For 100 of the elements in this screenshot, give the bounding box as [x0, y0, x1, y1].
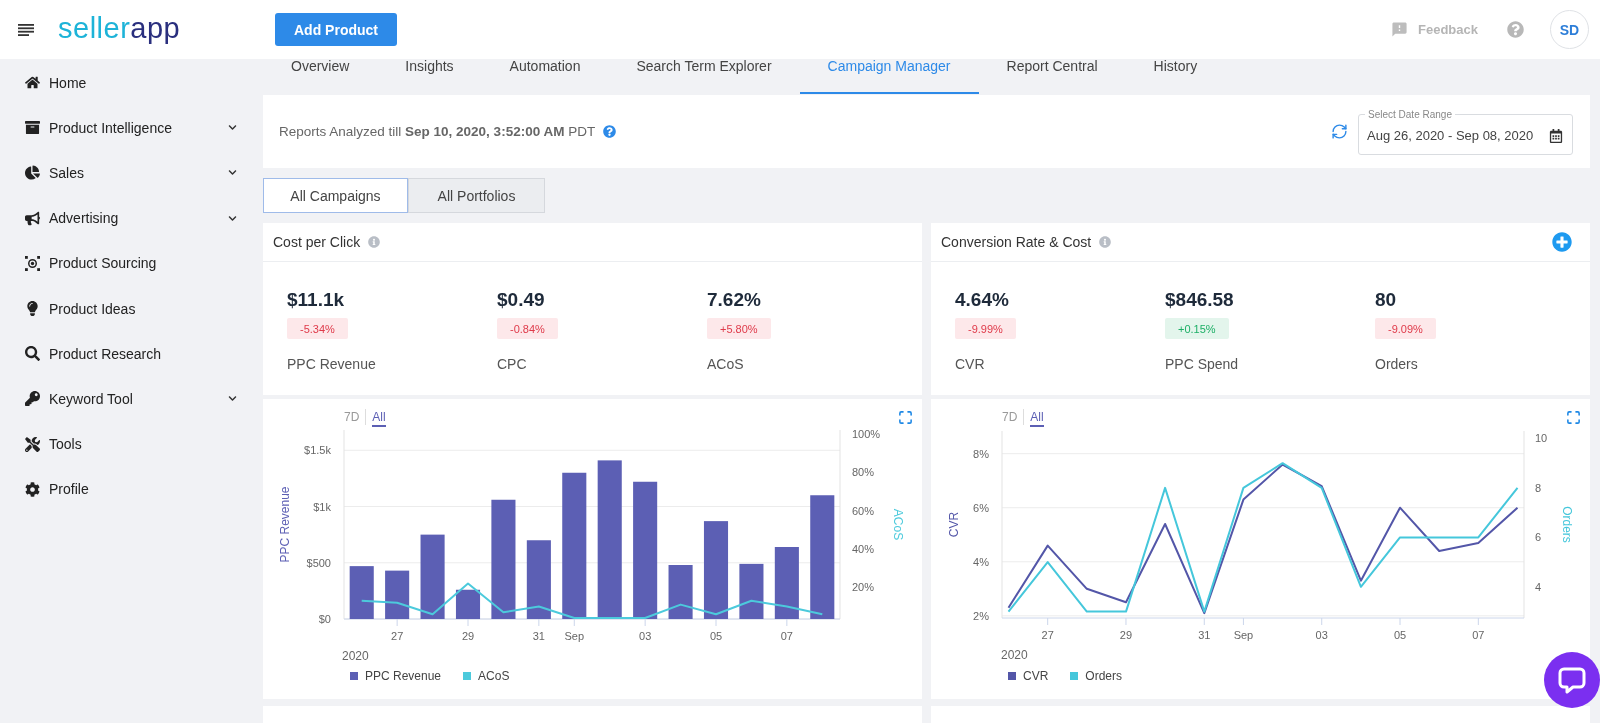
tools-icon: [24, 436, 40, 452]
feedback-icon: [1391, 21, 1408, 38]
chevron-down-icon: [228, 168, 237, 178]
x-axis-label: Sep: [1233, 629, 1254, 641]
nav-tab[interactable]: Insights: [377, 59, 482, 94]
date-range-field[interactable]: Select Date Range Aug 26, 2020 - Sep 08, 2020: [1358, 108, 1573, 155]
y-axis-label: 10: [1535, 432, 1548, 445]
y-axis-title: CVR: [947, 511, 961, 538]
help-icon[interactable]: [603, 125, 617, 138]
card-title: Conversion Rate & Cost: [941, 234, 1092, 250]
year-label: 2020: [1001, 648, 1028, 662]
sidebar-item[interactable]: Product Sourcing: [0, 240, 263, 286]
megaphone-icon: [24, 210, 40, 226]
info-icon[interactable]: [1099, 236, 1112, 248]
info-icon[interactable]: [368, 236, 381, 248]
metric-label: PPC Revenue: [287, 355, 376, 374]
x-axis-label: 29: [1119, 629, 1133, 641]
x-axis-label: 05: [709, 630, 723, 642]
x-axis-label: 31: [1198, 629, 1211, 641]
y-axis-label: 8%: [973, 447, 989, 460]
y-axis-title: PPC Revenue: [278, 486, 292, 563]
metric-label: PPC Spend: [1165, 355, 1239, 374]
y-axis-label: 20%: [852, 581, 875, 594]
metric-value: 80: [1375, 290, 1397, 310]
legend-label[interactable]: Orders: [1085, 669, 1123, 683]
y-axis-label: 60%: [852, 504, 875, 517]
home-icon: [24, 75, 40, 91]
change-badge: -5.34%: [287, 318, 348, 339]
view-tab[interactable]: All Campaigns: [263, 178, 408, 213]
pie-chart-icon: [24, 165, 40, 181]
year-label: 2020: [342, 649, 369, 663]
sidebar-item[interactable]: Advertising: [0, 195, 263, 241]
fullscreen-icon[interactable]: [1566, 409, 1581, 425]
chevron-down-icon: [228, 213, 237, 223]
nav-tab[interactable]: Overview: [263, 59, 378, 94]
metric-value: 7.62%: [707, 290, 761, 310]
menu-icon[interactable]: [18, 23, 34, 36]
help-icon[interactable]: [1507, 21, 1524, 38]
fullscreen-icon[interactable]: [898, 409, 913, 425]
change-badge: -0.84%: [497, 318, 558, 339]
x-axis-label: 27: [1041, 629, 1054, 641]
y-axis-label: 80%: [852, 466, 875, 479]
focus-frame-icon: [24, 255, 40, 271]
x-axis-label: 07: [780, 630, 793, 642]
sidebar-item[interactable]: Product Ideas: [0, 285, 263, 332]
nav-tab[interactable]: Search Term Explorer: [608, 59, 800, 94]
y-axis-label: 6%: [973, 501, 989, 514]
chat-button[interactable]: [1544, 652, 1600, 708]
sidebar-item[interactable]: Home: [0, 60, 263, 106]
y-axis-label: 4: [1535, 580, 1542, 593]
view-tab[interactable]: All Portfolios: [408, 178, 545, 213]
change-badge: -9.99%: [955, 318, 1016, 339]
nav-tab[interactable]: Report Central: [978, 59, 1126, 94]
y-axis-label: $500: [306, 556, 331, 569]
sidebar-item[interactable]: Sales: [0, 150, 263, 196]
y-axis-label: 8: [1535, 481, 1542, 494]
metric-value: $0.49: [497, 290, 545, 310]
legend-label[interactable]: PPC Revenue: [365, 669, 442, 683]
calendar-icon[interactable]: [1549, 128, 1563, 143]
y-axis-label: 4%: [973, 555, 989, 568]
metric-label: ACoS: [707, 355, 744, 374]
metric-label: Orders: [1375, 355, 1418, 374]
y-axis-label: $1k: [313, 500, 331, 513]
legend-label[interactable]: CVR: [1023, 669, 1049, 683]
sidebar-item[interactable]: Product Research: [0, 331, 263, 377]
y-axis-label: 6: [1535, 531, 1542, 544]
chevron-down-icon: [228, 123, 237, 133]
y-axis-label: 2%: [973, 609, 989, 622]
range-toggle[interactable]: All: [372, 410, 386, 427]
card-title: Cost per Click: [273, 234, 361, 250]
y-axis-title: ACoS: [891, 508, 905, 541]
nav-tab[interactable]: Automation: [481, 59, 609, 94]
metric-value: $11.1k: [287, 290, 345, 310]
sidebar-item[interactable]: Tools: [0, 421, 263, 467]
legend-label[interactable]: ACoS: [478, 669, 510, 683]
logo[interactable]: sellerapp: [58, 10, 181, 45]
user-avatar[interactable]: SD: [1550, 10, 1589, 49]
x-axis-label: 31: [532, 630, 545, 642]
add-product-button[interactable]: Add Product: [275, 13, 397, 46]
change-badge: +5.80%: [707, 318, 771, 339]
x-axis-label: 03: [1315, 629, 1328, 641]
y-axis-label: $1.5k: [304, 444, 331, 457]
y-axis-label: 40%: [852, 542, 875, 555]
speech-bubble-icon: [1558, 666, 1586, 694]
sidebar-item[interactable]: Profile: [0, 466, 263, 512]
x-axis-label: 07: [1472, 629, 1485, 641]
refresh-icon[interactable]: [1331, 123, 1348, 140]
sidebar-item[interactable]: Product Intelligence: [0, 105, 263, 151]
y-axis-title: Orders: [1560, 506, 1574, 543]
gear-icon: [24, 481, 40, 497]
y-axis-label: $0: [318, 613, 331, 625]
plus-icon[interactable]: [1552, 232, 1572, 252]
x-axis-label: Sep: [564, 630, 585, 642]
metric-value: 4.64%: [955, 290, 1009, 310]
date-range-label: Select Date Range: [1367, 108, 1453, 120]
range-toggle[interactable]: All: [1030, 410, 1044, 427]
x-axis-label: 29: [461, 630, 475, 642]
y-axis-label: 100%: [852, 427, 881, 440]
nav-tab[interactable]: History: [1125, 59, 1226, 94]
sidebar-item[interactable]: Keyword Tool: [0, 376, 263, 422]
